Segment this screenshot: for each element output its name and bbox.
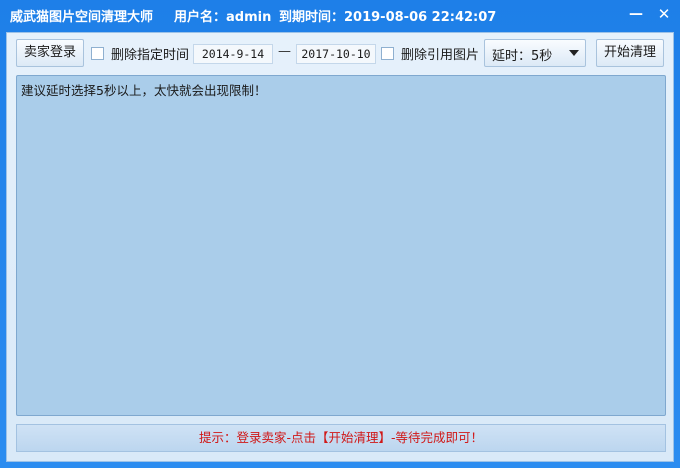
close-icon: ✕ (657, 5, 671, 23)
seller-login-button[interactable]: 卖家登录 (16, 39, 84, 67)
main-window: 威武猫图片空间清理大师 用户名：admin 到期时间：2019-08-06 22… (0, 0, 680, 468)
delete-referenced-checkbox[interactable] (381, 46, 394, 60)
close-button[interactable]: ✕ (653, 3, 675, 25)
delete-referenced-label: 删除引用图片 (401, 47, 480, 63)
delay-select[interactable]: 延时：5秒 (484, 39, 586, 67)
delete-referenced-option[interactable]: 删除引用图片 (381, 45, 480, 63)
delete-by-time-label: 删除指定时间 (111, 47, 190, 63)
minimize-button[interactable]: — (625, 3, 647, 25)
delay-select-value: 延时：5秒 (492, 49, 553, 64)
delete-by-time-checkbox[interactable] (91, 46, 104, 60)
date-range-separator: — (278, 44, 291, 59)
expiry-display: 到期时间：2019-08-06 22:42:07 (279, 10, 497, 25)
client-area: 卖家登录 删除指定时间 2014-9-14 — 2017-10-10 删除引用图… (6, 32, 674, 462)
start-date-picker[interactable]: 2014-9-14 (193, 44, 273, 64)
end-date-picker[interactable]: 2017-10-10 (296, 44, 376, 64)
delete-by-time-option[interactable]: 删除指定时间 (91, 45, 190, 63)
chevron-down-icon[interactable] (569, 50, 579, 56)
username-display: 用户名：admin (174, 10, 272, 25)
log-textarea[interactable]: 建议延时选择5秒以上，太快就会出现限制！ (16, 75, 666, 416)
minimize-icon: — (629, 6, 643, 22)
status-hint: 提示：登录卖家-点击【开始清理】-等待完成即可！ (198, 430, 484, 445)
title-bar[interactable]: 威武猫图片空间清理大师 用户名：admin 到期时间：2019-08-06 22… (0, 0, 680, 30)
app-title: 威武猫图片空间清理大师 (10, 10, 154, 25)
log-message: 建议延时选择5秒以上，太快就会出现限制！ (21, 83, 267, 98)
start-clean-button[interactable]: 开始清理 (596, 39, 664, 67)
status-bar: 提示：登录卖家-点击【开始清理】-等待完成即可！ (16, 424, 666, 452)
